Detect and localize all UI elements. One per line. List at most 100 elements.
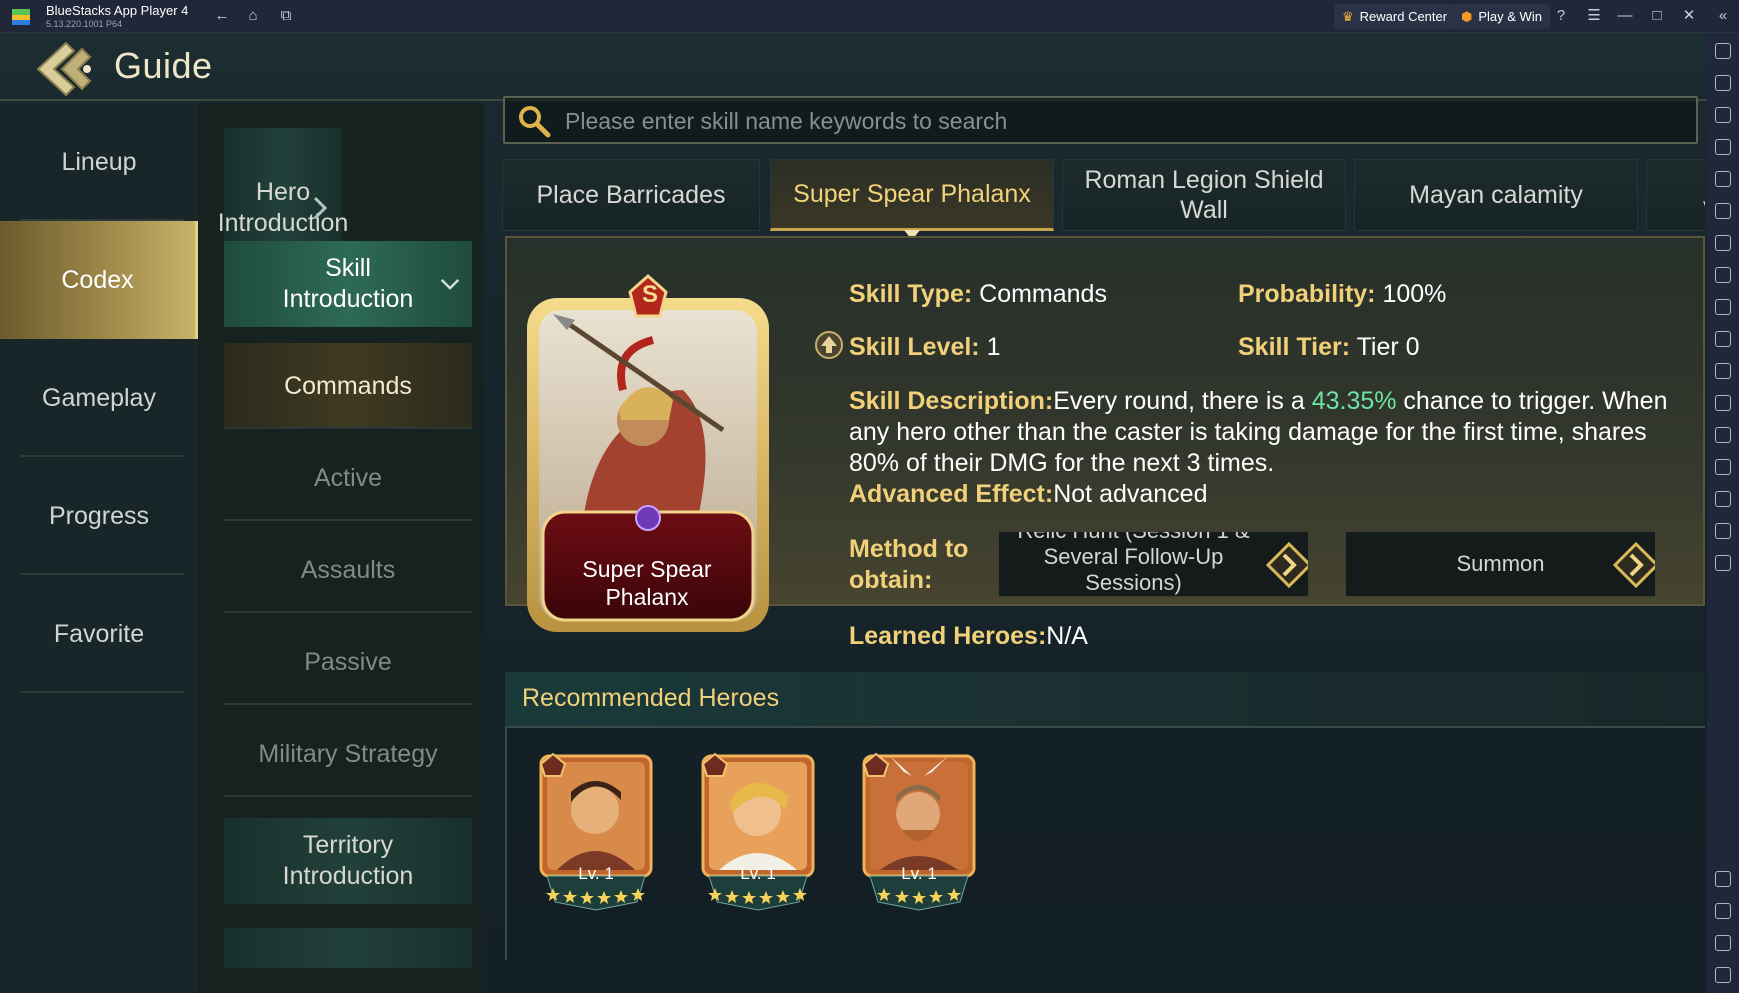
collapse-sidebar-icon[interactable]: «	[1713, 6, 1733, 26]
macro-icon[interactable]	[1715, 171, 1731, 187]
android-back-icon[interactable]	[1715, 903, 1731, 919]
chevron-right-icon	[1266, 542, 1308, 588]
description-text-start: Every round, there is a	[1053, 387, 1312, 415]
trigger-chance: 43.35%	[1311, 387, 1397, 415]
hero-portrait[interactable]	[537, 752, 655, 912]
tab-place-barricades[interactable]: Place Barricades	[502, 159, 760, 231]
probability-value: 100%	[1382, 280, 1447, 308]
nav-favorite[interactable]: Favorite	[0, 575, 198, 693]
back-chevron-icon[interactable]	[34, 39, 100, 99]
skill-card-name: Super Spear Phalanx	[582, 556, 712, 610]
skill-introduction-label: Skill Introduction	[282, 254, 414, 313]
sub-nav-military-strategy[interactable]: Military Strategy	[224, 711, 472, 797]
skill-description: Skill Description:Every round, there is …	[849, 386, 1689, 510]
recent-apps-icon[interactable]	[1715, 967, 1731, 983]
home-icon[interactable]: ⌂	[243, 6, 263, 26]
search-icon	[519, 106, 551, 138]
back-arrow-icon[interactable]: ←	[212, 6, 232, 26]
tab-label: Super Spear Phalanx	[793, 180, 1031, 208]
hero-level: Lv. 1	[578, 864, 614, 883]
chevron-right-icon	[313, 196, 328, 220]
reward-center-label: Reward Center	[1359, 9, 1448, 24]
close-icon[interactable]: ✕	[1679, 6, 1699, 26]
play-win-button[interactable]: ⬢ Play & Win	[1453, 4, 1550, 29]
skill-level-label: Skill Level:	[849, 333, 980, 361]
settings-gear-icon[interactable]	[1715, 871, 1731, 887]
skill-tier-row: Skill Tier: Tier 0	[1238, 333, 1420, 362]
obtain-relic-hunt-label: Relic Hunt (Session 1 & Several Follow-U…	[1017, 532, 1249, 595]
skill-tier-label: Skill Tier:	[1238, 333, 1351, 361]
location-icon[interactable]	[1715, 491, 1731, 507]
reward-center-button[interactable]: ♛ Reward Center	[1334, 4, 1456, 29]
obtain-relic-hunt-button[interactable]: Relic Hunt (Session 1 & Several Follow-U…	[998, 531, 1309, 597]
skill-search-box[interactable]	[503, 96, 1698, 144]
sub-nav-passive[interactable]: Passive	[224, 619, 472, 705]
left-nav: Lineup Codex Gameplay Progress Favorite	[0, 103, 198, 993]
skill-level-row: Skill Level: 1	[849, 333, 1000, 362]
guide-header: Guide	[0, 33, 1707, 101]
maximize-icon[interactable]: □	[1647, 6, 1667, 26]
nav-progress[interactable]: Progress	[0, 457, 198, 575]
layers-icon[interactable]	[1715, 523, 1731, 539]
clock-icon[interactable]	[1715, 555, 1731, 571]
airplane-icon[interactable]	[1715, 395, 1731, 411]
probability-label: Probability:	[1238, 280, 1376, 308]
eco-mode-icon[interactable]	[1715, 235, 1731, 251]
search-input[interactable]	[565, 106, 1665, 136]
military-strategy-label: Military Strategy	[258, 739, 438, 768]
assaults-label: Assaults	[300, 555, 396, 584]
help-icon[interactable]: ?	[1551, 6, 1571, 26]
hero-level: Lv. 1	[740, 864, 776, 883]
nav-codex-label: Codex	[61, 265, 134, 294]
skill-type-value: Commands	[979, 280, 1107, 308]
sub-nav-active[interactable]: Active	[224, 435, 472, 521]
nav-progress-label: Progress	[48, 501, 150, 530]
keyboard-icon[interactable]	[1715, 139, 1731, 155]
recommended-heroes-area	[505, 726, 1705, 960]
sub-nav-assaults[interactable]: Assaults	[224, 527, 472, 613]
tab-super-spear-phalanx[interactable]: Super Spear Phalanx	[770, 159, 1054, 237]
skill-level-value: 1	[986, 333, 1001, 361]
sync-icon[interactable]	[1715, 203, 1731, 219]
nav-codex[interactable]: Codex	[0, 221, 198, 339]
screen-record-icon[interactable]	[1715, 107, 1731, 123]
window-titlebar: BlueStacks App Player 4 5.13.220.1001 P6…	[0, 0, 1739, 33]
nav-lineup[interactable]: Lineup	[0, 103, 198, 221]
tab-partial[interactable]: V	[1646, 159, 1705, 231]
bluestacks-sidebar	[1707, 33, 1739, 993]
nav-gameplay[interactable]: Gameplay	[0, 339, 198, 457]
menu-icon[interactable]: ☰	[1584, 6, 1604, 26]
android-home-icon[interactable]	[1715, 935, 1731, 951]
fullscreen-icon[interactable]	[1715, 43, 1731, 59]
resize-icon[interactable]	[1715, 331, 1731, 347]
minimize-icon[interactable]: —	[1615, 6, 1635, 26]
tab-label: V	[1663, 165, 1705, 225]
tab-roman-legion-shield-wall[interactable]: Roman Legion Shield Wall	[1062, 159, 1346, 231]
erase-icon[interactable]	[1715, 459, 1731, 475]
app-name: BlueStacks App Player 4	[46, 3, 189, 18]
hero-portrait[interactable]	[699, 752, 817, 912]
obtain-summon-button[interactable]: Summon	[1345, 531, 1656, 597]
tabs-icon[interactable]: ⧉	[276, 6, 296, 26]
upgrade-arrow-icon[interactable]	[814, 330, 844, 360]
screenshot-icon[interactable]	[1715, 299, 1731, 315]
skill-introduction-item[interactable]: Skill Introduction	[224, 241, 472, 327]
territory-introduction-item[interactable]: Territory Introduction	[224, 818, 472, 904]
skill-type-row: Skill Type: Commands	[849, 280, 1107, 309]
skill-tier-value: Tier 0	[1356, 333, 1420, 361]
hero-portrait[interactable]	[860, 752, 978, 912]
volume-icon[interactable]	[1715, 75, 1731, 91]
method-to-obtain-label: Method to obtain:	[849, 535, 969, 594]
tab-label: Place Barricades	[536, 181, 726, 209]
tab-label: Roman Legion Shield Wall	[1084, 166, 1324, 224]
sub-nav-partial-item[interactable]	[224, 928, 472, 968]
multi-instance-icon[interactable]	[1715, 427, 1731, 443]
apk-icon[interactable]	[1715, 267, 1731, 283]
probability-row: Probability: 100%	[1238, 280, 1446, 309]
folder-icon[interactable]	[1715, 363, 1731, 379]
sub-nav-commands[interactable]: Commands	[224, 343, 472, 429]
skill-type-label: Skill Type:	[849, 280, 973, 308]
skill-tabs: Place Barricades Super Spear Phalanx Rom…	[502, 159, 1705, 237]
tab-mayan-calamity[interactable]: Mayan calamity	[1354, 159, 1638, 231]
learned-heroes-value: N/A	[1046, 622, 1088, 650]
